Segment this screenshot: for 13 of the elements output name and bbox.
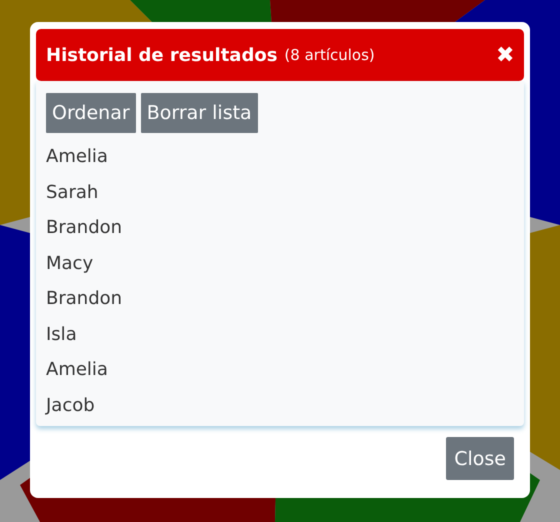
- sort-button[interactable]: Ordenar: [46, 93, 136, 133]
- result-item: Isla: [46, 322, 78, 346]
- result-item: Macy: [46, 252, 94, 276]
- result-item: Amelia: [46, 358, 109, 382]
- result-item: Brandon: [46, 287, 124, 311]
- result-item: Jacob: [46, 394, 96, 418]
- dialog-title: Historial de resultados: [46, 44, 278, 66]
- close-button[interactable]: Close: [446, 437, 514, 480]
- result-item: Sarah: [46, 180, 100, 204]
- clear-list-button[interactable]: Borrar lista: [140, 93, 258, 133]
- result-item: Brandon: [46, 216, 124, 240]
- result-item: Amelia: [46, 145, 109, 169]
- item-count: (8 artículos): [284, 46, 375, 64]
